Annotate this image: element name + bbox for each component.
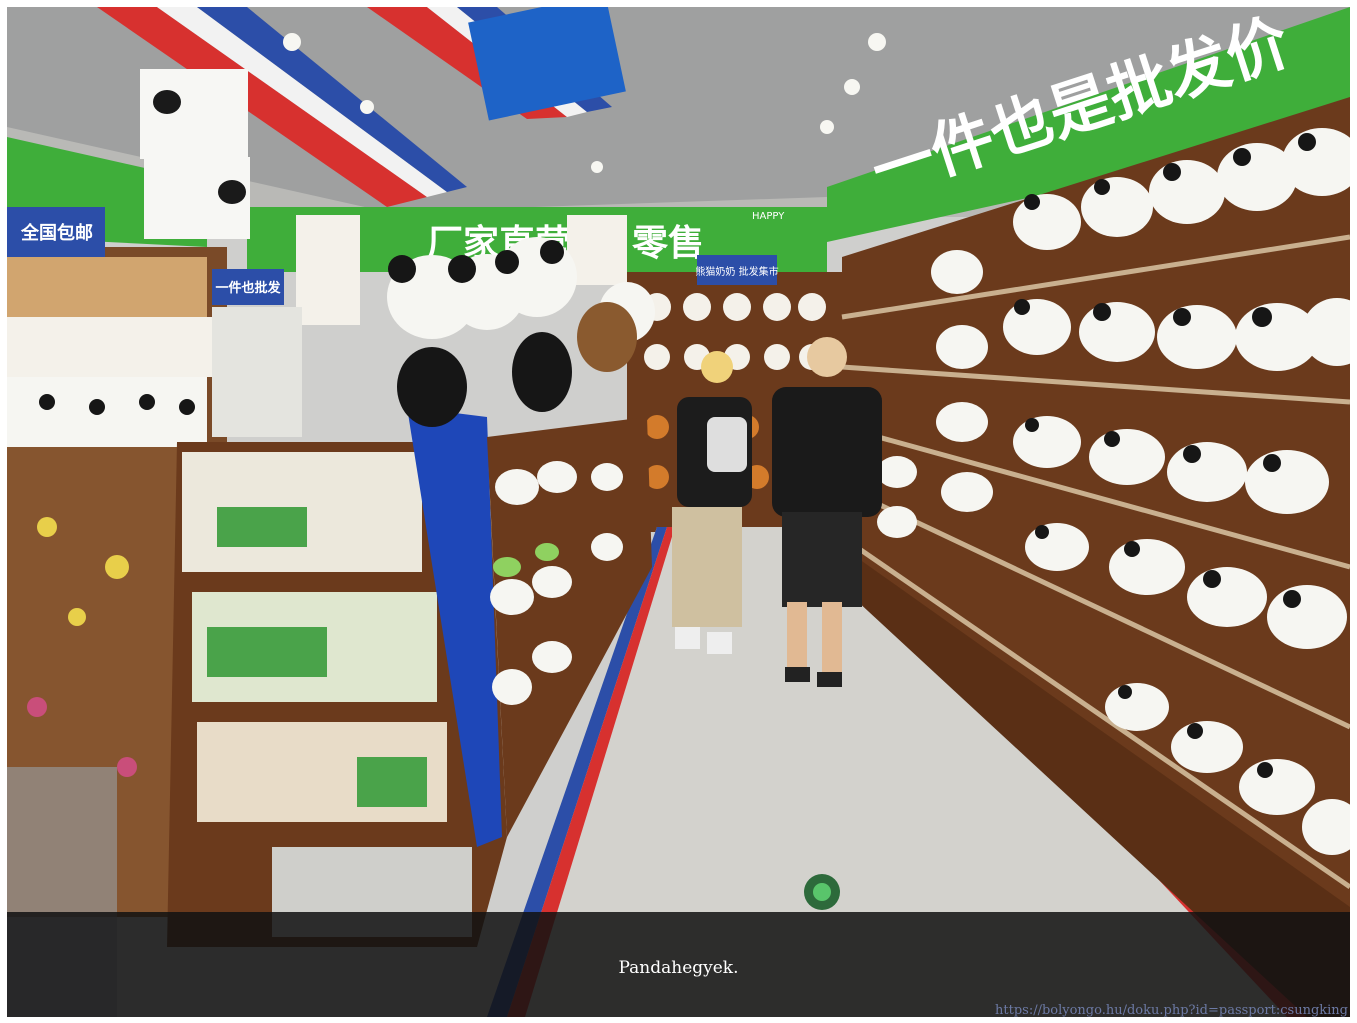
ceiling-sign-text: 熊猫奶奶 批发集市 xyxy=(695,265,778,278)
photo-caption: Pandahegyek. xyxy=(618,958,739,978)
caption-bar: Pandahegyek. xyxy=(7,912,1350,1017)
store-aisle-illustration: 一件也是批发价 厂家直营 零售 HAPPY 熊猫奶奶 批发集市 全国包邮 一件也… xyxy=(7,7,1350,1017)
sign-left-text: 全国包邮 xyxy=(20,222,93,244)
banner-center-text-b: 零售 xyxy=(632,223,704,264)
sign-blue-text: 一件也批发 xyxy=(215,280,281,296)
store-photo: 一件也是批发价 厂家直营 零售 HAPPY 熊猫奶奶 批发集市 全国包邮 一件也… xyxy=(7,7,1350,1017)
photo-viewer: 一件也是批发价 厂家直营 零售 HAPPY 熊猫奶奶 批发集市 全国包邮 一件也… xyxy=(0,0,1357,1023)
happy-sign-text: HAPPY xyxy=(752,211,785,222)
source-link[interactable]: https://bolyongo.hu/doku.php?id=passport… xyxy=(995,1003,1348,1018)
